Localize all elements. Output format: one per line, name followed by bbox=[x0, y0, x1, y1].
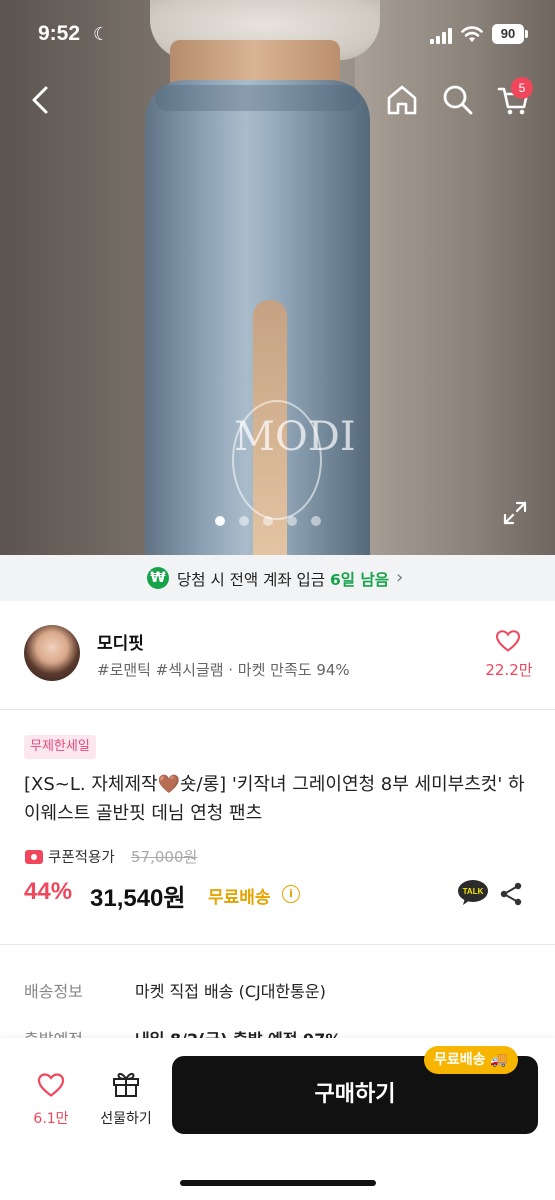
status-time: 9:52 bbox=[38, 22, 81, 45]
cellular-signal-icon bbox=[430, 28, 456, 44]
sale-price: 31,540원 bbox=[90, 885, 186, 912]
sale-badge: 무제한세일 bbox=[24, 735, 96, 759]
seller-avatar[interactable] bbox=[24, 625, 80, 681]
home-indicator bbox=[180, 1180, 376, 1186]
gift-label: 선물하기 bbox=[100, 1111, 152, 1127]
info-icon[interactable]: i bbox=[282, 885, 300, 903]
battery-level: 90 bbox=[492, 24, 524, 44]
seller-section[interactable]: 모디핏 #로맨틱 #섹시글램 · 마켓 만족도 94% 22.2만 bbox=[0, 601, 555, 709]
seller-name[interactable]: 모디핏 bbox=[97, 629, 144, 654]
gift-button[interactable]: 선물하기 bbox=[92, 1070, 160, 1132]
gift-icon bbox=[113, 1072, 139, 1097]
carousel-dot bbox=[287, 516, 297, 526]
promo-banner[interactable]: ₩ 당첨 시 전액 계좌 입금 6일 남음 › bbox=[0, 555, 555, 601]
expand-icon[interactable] bbox=[502, 500, 528, 526]
divider bbox=[0, 944, 555, 945]
original-price: 57,000원 bbox=[131, 848, 198, 866]
seller-like-count: 22.2만 bbox=[485, 661, 533, 679]
free-shipping-tag: 무료배송 🚚 bbox=[424, 1046, 518, 1074]
promo-text: 당첨 시 전액 계좌 입금 6일 남음 bbox=[177, 568, 389, 590]
divider bbox=[0, 709, 555, 710]
home-icon[interactable] bbox=[384, 82, 420, 118]
won-icon: ₩ bbox=[147, 567, 169, 589]
coupon-icon bbox=[25, 850, 43, 864]
wifi-icon bbox=[461, 26, 483, 42]
promo-days-left: 6일 남음 bbox=[330, 571, 389, 589]
carousel-dot bbox=[263, 516, 273, 526]
shipping-info-label: 배송정보 bbox=[24, 982, 83, 1001]
battery-tip bbox=[525, 30, 528, 38]
carousel-dot bbox=[215, 516, 225, 526]
heart-icon[interactable] bbox=[495, 629, 521, 653]
product-title: [XS~L. 자체제작🤎숏/롱] '키작녀 그레이연청 8부 세미부츠컷' 하이… bbox=[24, 774, 525, 824]
focus-moon-icon: ☾ bbox=[93, 24, 110, 45]
share-icon[interactable] bbox=[498, 881, 524, 907]
carousel-indicator bbox=[215, 516, 325, 528]
search-icon[interactable] bbox=[440, 82, 476, 118]
shipping-info-value: 마켓 직접 배송 (CJ대한통운) bbox=[135, 982, 326, 1001]
bottom-action-bar: 6.1만 선물하기 구매하기 무료배송 🚚 bbox=[0, 1038, 555, 1200]
seller-tags: #로맨틱 #섹시글램 · 마켓 만족도 94% bbox=[97, 661, 350, 679]
kakaotalk-icon[interactable]: TALK bbox=[457, 879, 489, 907]
brand-watermark: MODI bbox=[232, 400, 356, 520]
promo-text-main: 당첨 시 전액 계좌 입금 bbox=[177, 571, 326, 589]
talk-label: TALK bbox=[463, 887, 484, 896]
heart-icon bbox=[37, 1073, 65, 1097]
wishlist-count: 6.1만 bbox=[33, 1111, 69, 1127]
chevron-right-icon: › bbox=[396, 567, 404, 588]
jeans-waistband bbox=[155, 85, 360, 111]
status-bar: 9:52 ☾ 90 bbox=[0, 0, 555, 64]
wishlist-button[interactable]: 6.1만 bbox=[22, 1072, 80, 1132]
free-shipping-label: 무료배송 bbox=[208, 888, 271, 908]
back-icon[interactable] bbox=[24, 82, 60, 118]
discount-rate: 44% bbox=[24, 878, 73, 905]
coupon-label: 쿠폰적용가 bbox=[48, 850, 115, 866]
cart-count-badge: 5 bbox=[511, 77, 533, 99]
carousel-dot bbox=[239, 516, 249, 526]
carousel-dot bbox=[311, 516, 321, 526]
